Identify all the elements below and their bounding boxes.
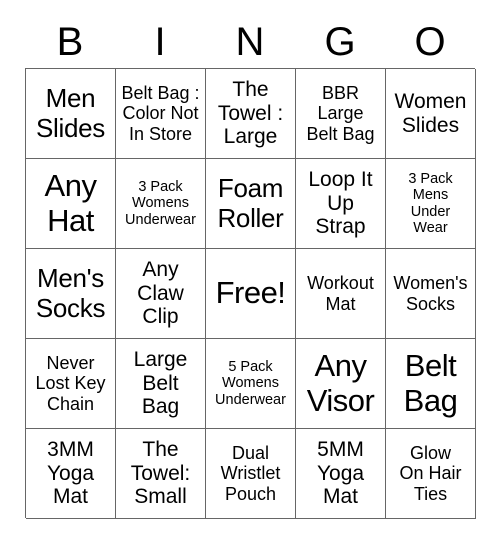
bingo-cell-label: BBR Large Belt Bag <box>306 83 375 144</box>
bingo-card: B I N G O Men Slides Belt Bag : Color No… <box>0 0 500 544</box>
bingo-cell-label: Any Hat <box>44 167 97 238</box>
bingo-cell-o3[interactable]: Women's Socks <box>386 249 476 339</box>
header-letter-o: O <box>414 20 446 64</box>
bingo-cell-label: The Towel: Small <box>130 438 191 509</box>
bingo-cell-i2[interactable]: 3 Pack Womens Underwear <box>116 159 206 249</box>
header-letter-n: N <box>235 20 265 64</box>
bingo-cell-g3[interactable]: Workout Mat <box>296 249 386 339</box>
bingo-cell-n2[interactable]: Foam Roller <box>206 159 296 249</box>
bingo-cell-o5[interactable]: Glow On Hair Ties <box>386 429 476 519</box>
bingo-cell-g1[interactable]: BBR Large Belt Bag <box>296 69 386 159</box>
header-letter-g: G <box>324 20 356 64</box>
bingo-cell-label: Any Claw Clip <box>137 258 184 329</box>
bingo-cell-label: Large Belt Bag <box>133 348 188 419</box>
bingo-cell-label: Women Slides <box>394 89 467 137</box>
header-letter-b: B <box>56 20 84 64</box>
bingo-cell-i5[interactable]: The Towel: Small <box>116 429 206 519</box>
bingo-grid: Men Slides Belt Bag : Color Not In Store… <box>25 68 476 519</box>
bingo-cell-label: 3 Pack Womens Underwear <box>125 179 196 228</box>
bingo-cell-i4[interactable]: Large Belt Bag <box>116 339 206 429</box>
bingo-cell-label: 5MM Yoga Mat <box>316 438 365 509</box>
bingo-cell-n5[interactable]: Dual Wristlet Pouch <box>206 429 296 519</box>
bingo-cell-label: 5 Pack Womens Underwear <box>215 359 286 408</box>
bingo-cell-g2[interactable]: Loop It Up Strap <box>296 159 386 249</box>
bingo-cell-o1[interactable]: Women Slides <box>386 69 476 159</box>
bingo-cell-n1[interactable]: The Towel : Large <box>206 69 296 159</box>
bingo-header-row: B I N G O <box>25 16 475 68</box>
bingo-cell-b4[interactable]: Never Lost Key Chain <box>26 339 116 429</box>
bingo-cell-i3[interactable]: Any Claw Clip <box>116 249 206 339</box>
bingo-cell-label: Men's Socks <box>35 263 106 323</box>
bingo-cell-b1[interactable]: Men Slides <box>26 69 116 159</box>
bingo-cell-label: 3MM Yoga Mat <box>46 438 95 509</box>
bingo-cell-label: Men Slides <box>35 83 105 143</box>
bingo-cell-g5[interactable]: 5MM Yoga Mat <box>296 429 386 519</box>
bingo-cell-b3[interactable]: Men's Socks <box>26 249 116 339</box>
bingo-cell-label: Dual Wristlet Pouch <box>220 443 281 504</box>
bingo-cell-i1[interactable]: Belt Bag : Color Not In Store <box>116 69 206 159</box>
bingo-cell-g4[interactable]: Any Visor <box>296 339 386 429</box>
bingo-cell-b2[interactable]: Any Hat <box>26 159 116 249</box>
bingo-cell-label: Any Visor <box>306 347 375 418</box>
bingo-cell-o2[interactable]: 3 Pack Mens Under Wear <box>386 159 476 249</box>
bingo-cell-o4[interactable]: Belt Bag <box>386 339 476 429</box>
bingo-cell-label: Never Lost Key Chain <box>35 353 106 414</box>
bingo-cell-label: Loop It Up Strap <box>308 168 373 239</box>
bingo-cell-label: 3 Pack Mens Under Wear <box>408 171 453 236</box>
bingo-cell-label: Glow On Hair Ties <box>399 443 462 504</box>
bingo-cell-label: The Towel : Large <box>217 78 284 149</box>
header-letter-i: I <box>154 20 166 64</box>
bingo-cell-label: Women's Socks <box>393 273 468 314</box>
bingo-cell-label: Belt Bag <box>403 347 458 418</box>
bingo-cell-label: Foam Roller <box>217 173 284 233</box>
bingo-cell-free-space[interactable]: Free! <box>206 249 296 339</box>
bingo-cell-n4[interactable]: 5 Pack Womens Underwear <box>206 339 296 429</box>
bingo-cell-label: Belt Bag : Color Not In Store <box>121 83 200 144</box>
bingo-cell-label: Workout Mat <box>307 273 374 314</box>
bingo-free-space-label: Free! <box>215 275 286 311</box>
bingo-cell-b5[interactable]: 3MM Yoga Mat <box>26 429 116 519</box>
